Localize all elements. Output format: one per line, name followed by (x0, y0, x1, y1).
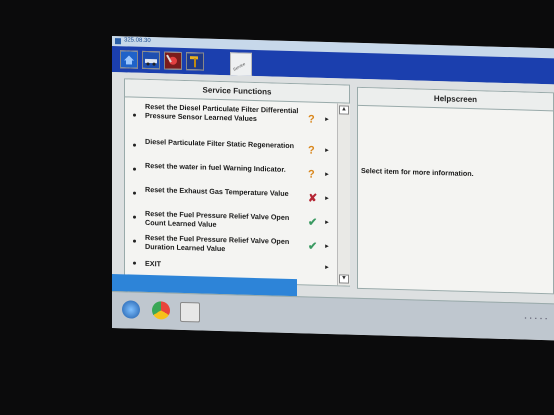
system-tray: ▪ ▪ ▪ ▪ ▪ (524, 315, 548, 323)
bullet-icon (133, 215, 136, 219)
bullet-icon (133, 113, 136, 117)
main-content: Service Functions Reset the Diesel Parti… (112, 72, 554, 305)
tools-icon[interactable] (164, 51, 182, 70)
app-icon (115, 38, 121, 45)
list-item[interactable]: Reset the Fuel Pressure Relief Valve Ope… (125, 207, 335, 233)
vehicle-icon[interactable] (142, 50, 160, 70)
helpscreen-panel: Helpscreen Select item for more informat… (357, 86, 554, 295)
item-label: Reset the Fuel Pressure Relief Valve Ope… (145, 208, 290, 229)
list-item[interactable]: Reset the water in fuel Warning Indicato… (125, 159, 335, 185)
bullet-icon (133, 143, 136, 147)
app-icon[interactable] (180, 301, 200, 323)
list-item[interactable]: Reset the Exhaust Gas Temperature Value … (125, 183, 335, 209)
service-functions-panel: Service Functions Reset the Diesel Parti… (124, 78, 350, 287)
arrow-right-icon[interactable]: ► (324, 196, 330, 202)
list-item[interactable]: Diesel Particulate Filter Static Regener… (125, 135, 335, 161)
checkmark-icon: ✔ (308, 240, 318, 253)
home-icon[interactable] (120, 50, 138, 69)
item-label: Reset the Exhaust Gas Temperature Value (145, 184, 289, 198)
item-label: Reset the Fuel Pressure Relief Valve Ope… (145, 232, 290, 254)
question-icon: ? (308, 144, 315, 157)
bullet-icon (133, 239, 136, 243)
chrome-icon[interactable] (152, 301, 170, 320)
monitor-screen: 325.08.30 Service Service Functions Rese… (112, 36, 554, 341)
bullet-icon (133, 167, 136, 171)
question-icon: ? (308, 168, 315, 181)
question-icon: ? (308, 113, 315, 126)
scrollbar[interactable]: ▲ ▼ (337, 103, 350, 286)
window-title: 325.08.30 (124, 37, 151, 45)
item-label: Diesel Particulate Filter Static Regener… (145, 136, 294, 151)
arrow-right-icon[interactable]: ► (324, 117, 330, 123)
tab-service[interactable]: Service (230, 52, 252, 76)
arrow-right-icon[interactable]: ► (324, 148, 330, 154)
checkmark-icon: ✔ (308, 216, 318, 229)
arrow-right-icon[interactable]: ► (324, 265, 330, 271)
cross-icon: ✘ (308, 192, 318, 205)
list-item[interactable]: EXIT ► (125, 257, 335, 275)
bullet-icon (133, 191, 136, 195)
scroll-up-icon[interactable]: ▲ (339, 105, 349, 115)
helpscreen-text: Select item for more information. (361, 165, 474, 179)
list-item[interactable]: Reset the Diesel Particulate Filter Diff… (125, 100, 335, 134)
list-item[interactable]: Reset the Fuel Pressure Relief Valve Ope… (125, 231, 335, 257)
bullet-icon (133, 261, 136, 265)
hammer-icon[interactable] (186, 52, 204, 71)
scroll-down-icon[interactable]: ▼ (339, 274, 349, 284)
arrow-right-icon[interactable]: ► (324, 220, 330, 226)
item-label: Reset the water in fuel Warning Indicato… (145, 160, 286, 174)
helpscreen-header: Helpscreen (358, 87, 553, 112)
item-label: EXIT (145, 258, 161, 269)
tab-service-label: Service (232, 61, 247, 72)
arrow-right-icon[interactable]: ► (324, 172, 330, 178)
item-label: Reset the Diesel Particulate Filter Diff… (145, 101, 299, 124)
service-functions-list: Reset the Diesel Particulate Filter Diff… (125, 97, 335, 285)
start-icon[interactable] (122, 300, 140, 319)
arrow-right-icon[interactable]: ► (324, 244, 330, 250)
